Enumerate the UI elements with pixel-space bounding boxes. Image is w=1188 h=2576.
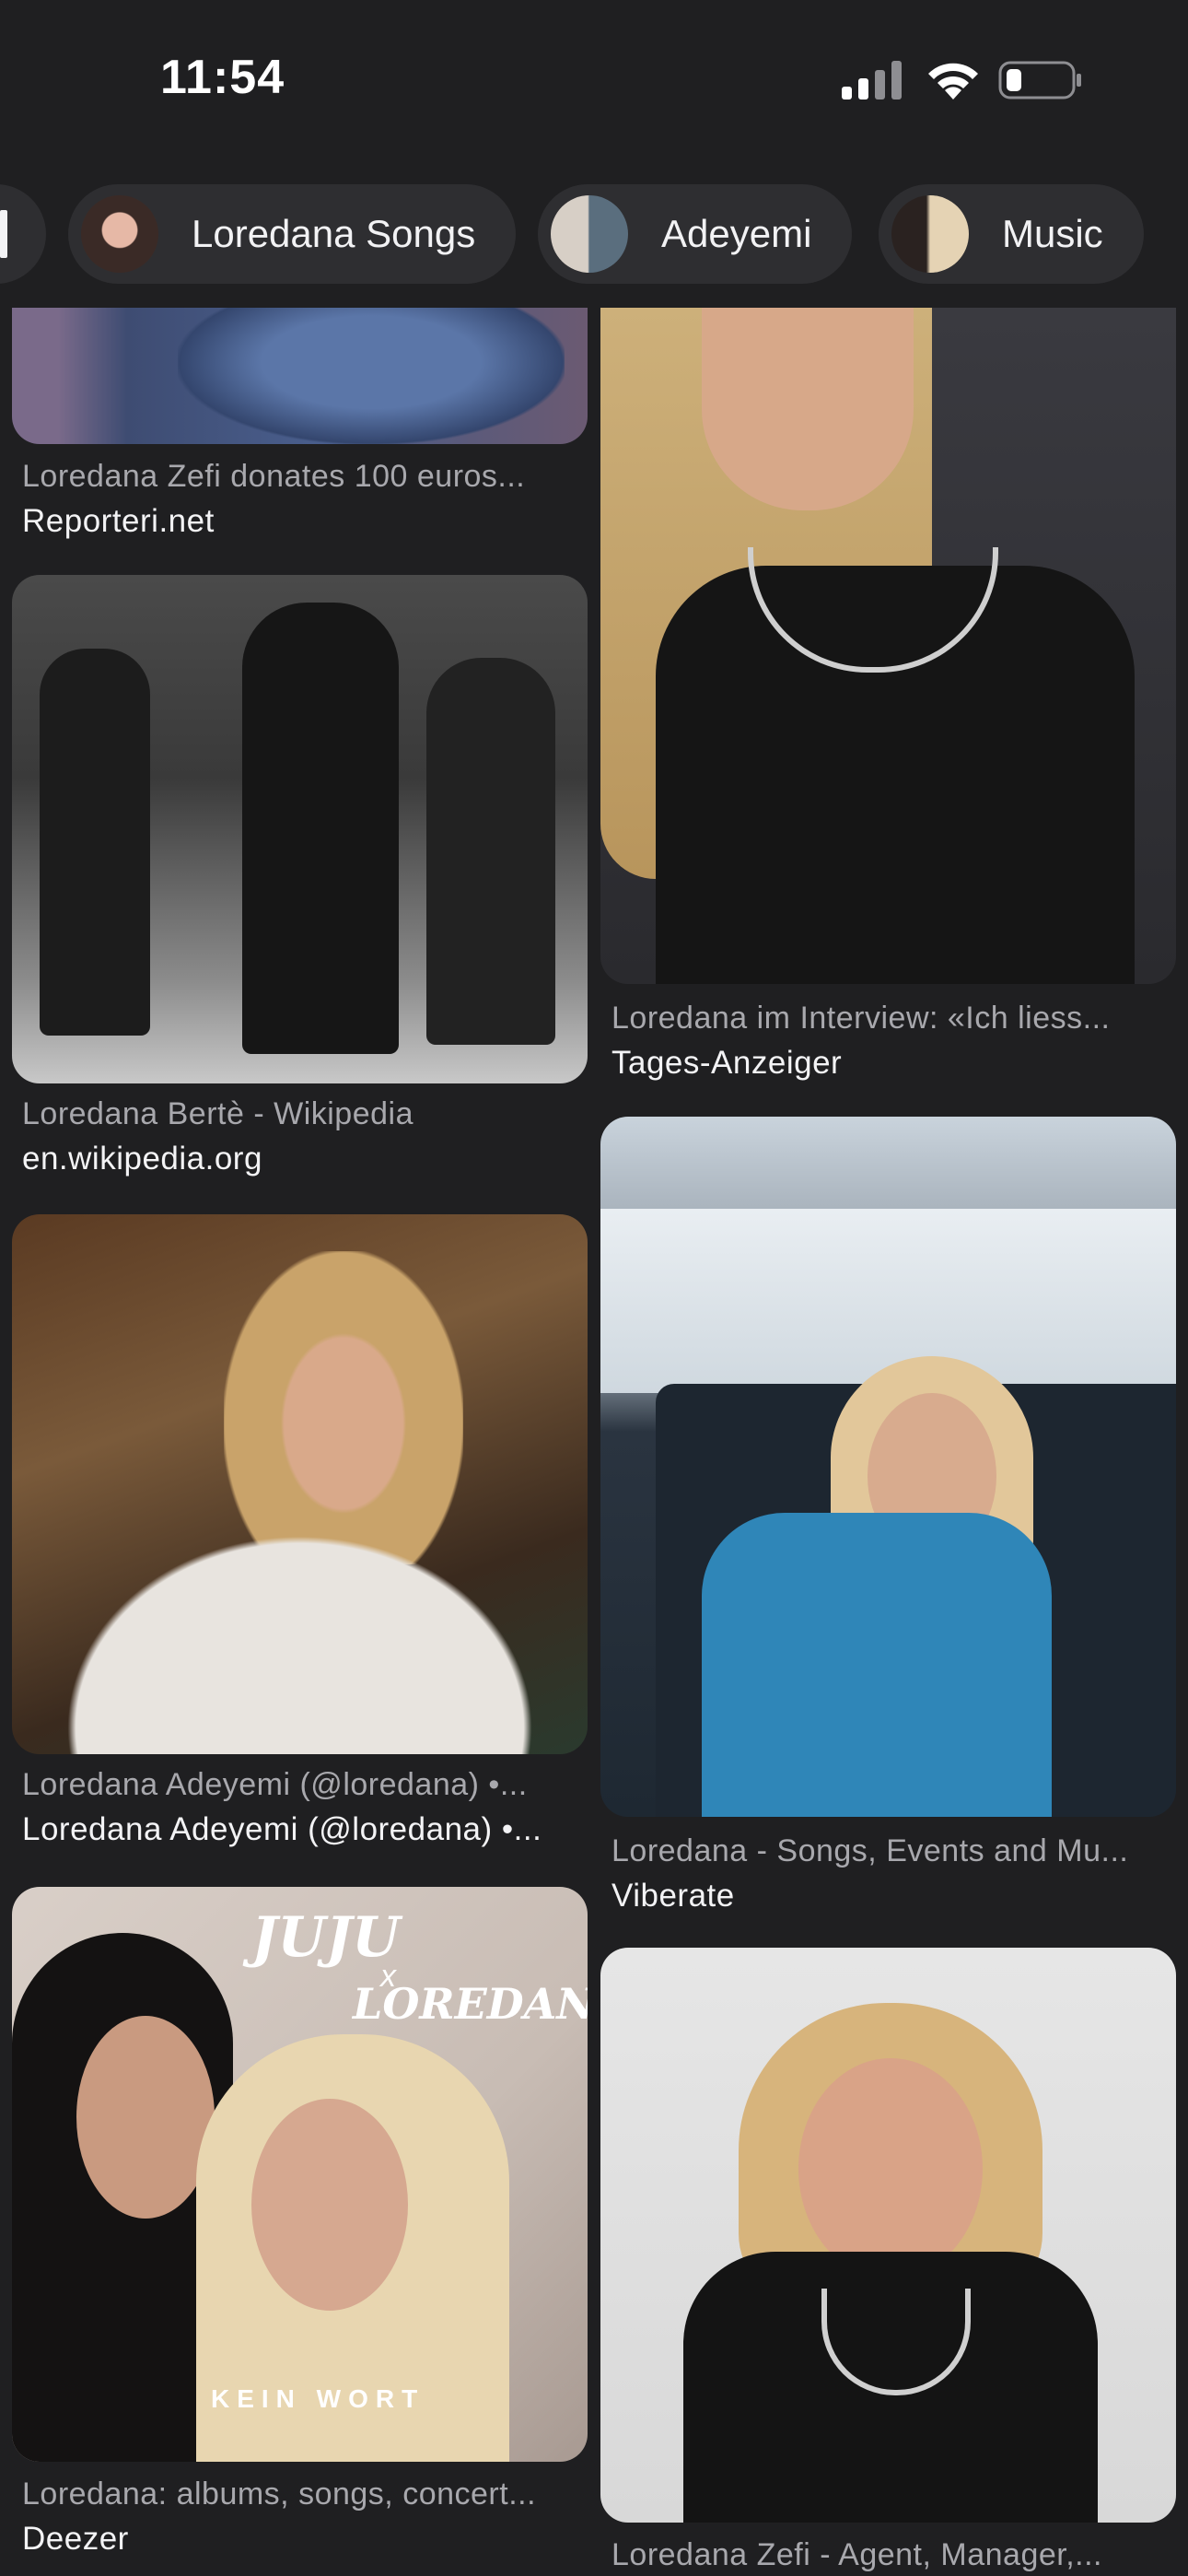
related-searches-chips: Loredana Songs Adeyemi Music [0,184,1188,286]
result-source[interactable]: Viberate [611,1878,1173,1914]
status-time: 11:54 [160,51,285,104]
result-caption: Loredana Bertè - Wikipedia [22,1096,414,1131]
result-image[interactable] [12,1214,588,1754]
result-caption: Loredana Adeyemi (@loredana) •... [22,1767,528,1802]
result-caption: Loredana im Interview: «Ich liess... [611,1001,1111,1036]
result-source[interactable]: Loredana Adeyemi (@loredana) •... [22,1811,584,1848]
result-image[interactable] [12,575,588,1083]
result-source[interactable]: en.wikipedia.org [22,1141,584,1177]
wifi-icon [928,63,978,100]
result-caption: Loredana Zefi - Agent, Manager,... [611,2537,1102,2572]
result-caption: Loredana - Songs, Events and Mu... [611,1833,1129,1868]
battery-icon [998,61,1081,100]
cellular-signal-icon [842,61,902,100]
chip-loredana-songs[interactable]: Loredana Songs [68,184,517,284]
album-song: KEIN WORT [211,2384,425,2413]
result-caption: Loredana: albums, songs, concert... [22,2476,537,2512]
status-bar: 11:54 [0,0,1188,166]
result-image[interactable]: JUJU x LOREDANA KEIN WORT [12,1887,588,2462]
album-title: JUJU [251,1905,401,1970]
chip-partial[interactable] [0,184,46,284]
result-image[interactable] [600,1948,1176,2523]
result-source[interactable]: Reporteri.net [22,503,584,540]
result-image[interactable] [12,308,588,444]
result-image[interactable] [600,308,1176,984]
chip-avatar-icon [891,195,969,273]
chip-avatar-icon [81,195,158,273]
chip-adeyemi[interactable]: Adeyemi [538,184,853,284]
result-source[interactable]: Deezer [22,2521,584,2558]
chip-label: Loredana Songs [192,212,476,255]
result-image[interactable] [600,1117,1176,1817]
result-caption: Loredana Zefi donates 100 euros... [22,459,526,494]
chip-avatar-icon [551,195,628,273]
album-artist: LOREDANA [353,1979,588,2029]
chip-label: Music [1002,212,1103,255]
chip-label: Adeyemi [661,212,812,255]
result-source[interactable]: Tages-Anzeiger [611,1045,1173,1082]
chip-music[interactable]: Music [879,184,1144,284]
